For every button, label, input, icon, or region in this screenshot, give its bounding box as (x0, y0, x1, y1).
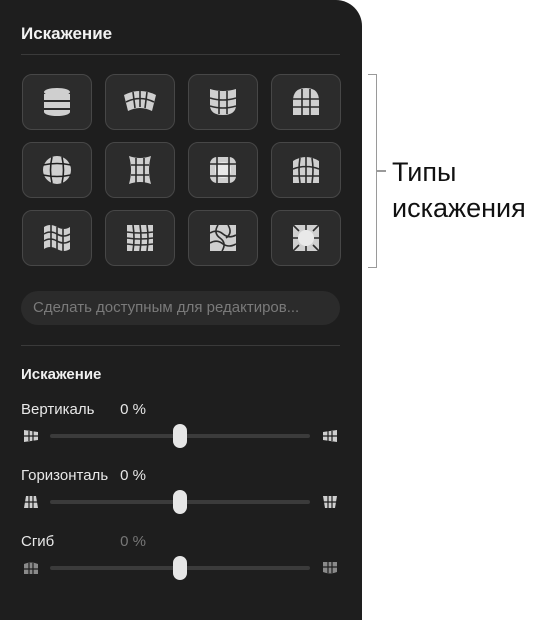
flag-icon (43, 225, 71, 251)
callout-line-1: Типы (392, 157, 457, 187)
shell-icon (292, 156, 320, 184)
distortion-flag-button[interactable] (22, 210, 92, 266)
arch-icon (124, 90, 156, 111)
divider (21, 345, 340, 346)
vertical-slider-thumb[interactable] (173, 424, 187, 448)
horizontal-min-icon (24, 496, 38, 508)
horizontal-max-icon (323, 496, 337, 508)
distortion-dome-button[interactable] (271, 74, 341, 130)
callout-label: Типы искажения (392, 154, 526, 226)
bend-value: 0 % (120, 533, 146, 550)
pinch-icon (129, 156, 151, 184)
make-editable-field[interactable]: Сделать доступным для редактиров... (21, 291, 340, 325)
bend-max-icon (323, 562, 337, 574)
bend-slider-thumb[interactable] (173, 556, 187, 580)
cylinder-icon (44, 88, 70, 116)
distortion-cylinder-button[interactable] (22, 74, 92, 130)
horizontal-label: Горизонталь (21, 467, 109, 484)
vertical-min-icon (24, 430, 38, 442)
vertical-value: 0 % (120, 401, 146, 418)
distortion-panel: Искажение Сделать доступным для редактир… (0, 0, 362, 620)
wave-icon (126, 224, 154, 252)
bend-label: Сгиб (21, 533, 55, 550)
distortion-twist-button[interactable] (188, 210, 258, 266)
divider (21, 54, 340, 55)
distortion-wave-button[interactable] (105, 210, 175, 266)
vertical-max-icon (323, 430, 337, 442)
bulge-icon (210, 157, 236, 183)
callout-bracket-tick (376, 170, 386, 172)
inflate-icon (292, 224, 320, 252)
cup-icon (209, 89, 237, 115)
distortion-sphere-button[interactable] (22, 142, 92, 198)
twist-icon (209, 224, 237, 252)
distortion-shell-button[interactable] (271, 142, 341, 198)
panel-title: Искажение (21, 24, 113, 43)
distortion-pinch-button[interactable] (105, 142, 175, 198)
sphere-icon (42, 156, 72, 184)
dome-icon (293, 88, 319, 115)
distortion-arch-button[interactable] (105, 74, 175, 130)
bend-min-icon (24, 562, 38, 574)
distortion-cup-button[interactable] (188, 74, 258, 130)
callout-line-2: искажения (392, 193, 526, 223)
horizontal-slider-thumb[interactable] (173, 490, 187, 514)
distortion-type-grid (22, 74, 341, 268)
section-title: Искажение (21, 366, 102, 383)
vertical-label: Вертикаль (21, 401, 95, 418)
distortion-bulge-button[interactable] (188, 142, 258, 198)
horizontal-value: 0 % (120, 467, 146, 484)
distortion-inflate-button[interactable] (271, 210, 341, 266)
